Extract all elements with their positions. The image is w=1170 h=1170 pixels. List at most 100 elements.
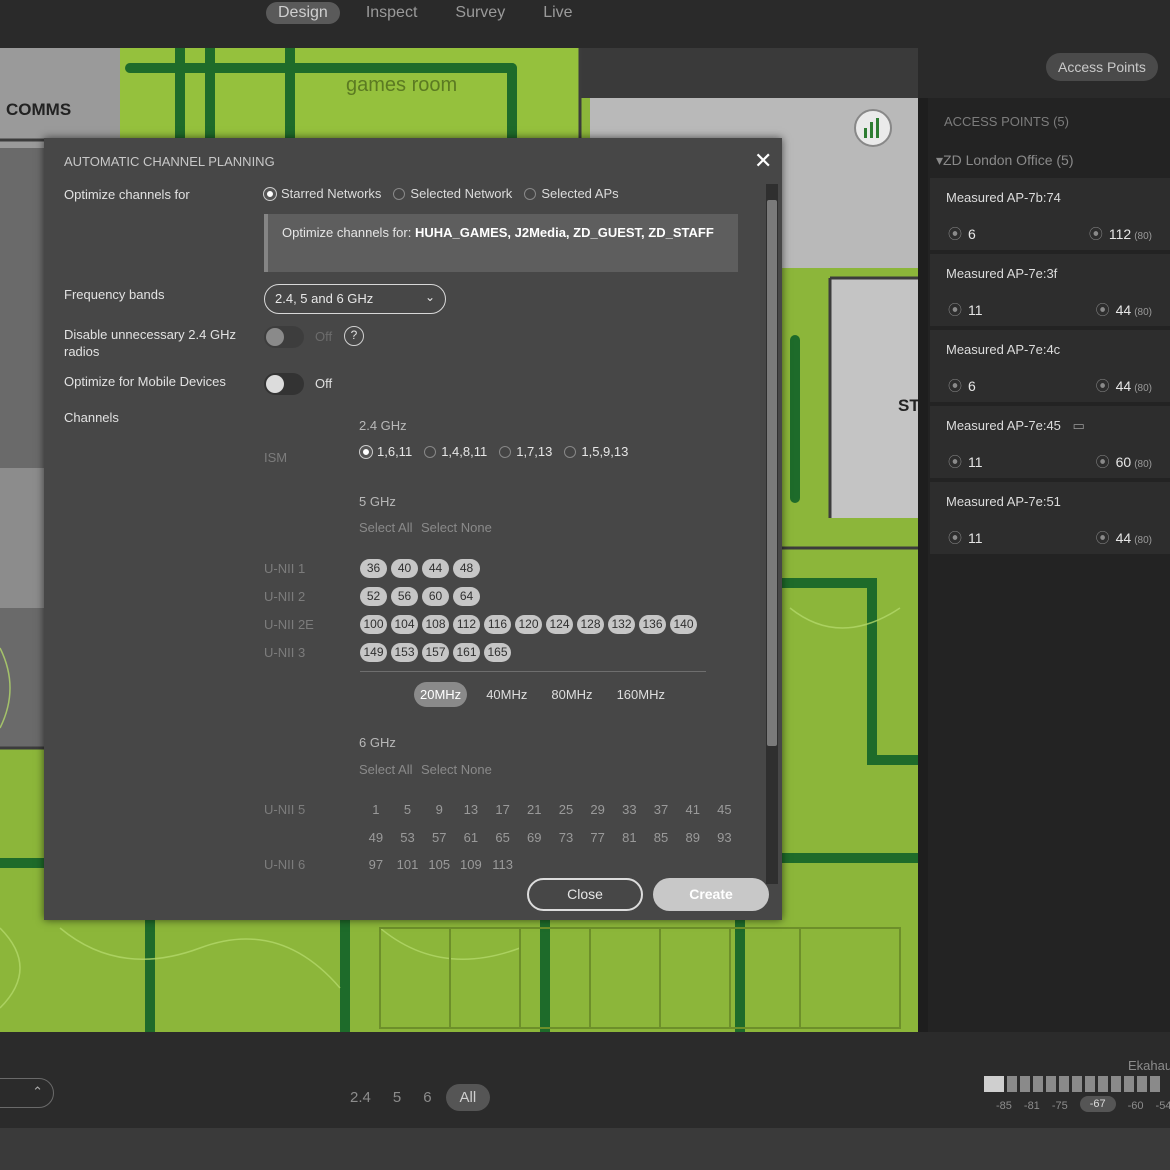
- channel-number[interactable]: 65: [487, 830, 519, 845]
- ap-card[interactable]: Measured AP-7e:45 ▭ ⦿ 11 ⦿ 60 (80): [930, 406, 1170, 478]
- create-button[interactable]: Create: [653, 878, 769, 911]
- select-none-5-link[interactable]: Select None: [421, 520, 492, 535]
- channel-number[interactable]: 41: [677, 802, 709, 817]
- channel-number[interactable]: 109: [455, 857, 487, 872]
- channel-number[interactable]: 13: [455, 802, 487, 817]
- channel-number[interactable]: 25: [550, 802, 582, 817]
- band-filter-6[interactable]: 6: [415, 1085, 439, 1110]
- channel-chip[interactable]: 149: [360, 643, 387, 662]
- width-40mhz[interactable]: 40MHz: [481, 683, 532, 706]
- scroll-thumb[interactable]: [767, 200, 777, 746]
- select-all-6-link[interactable]: Select All: [359, 762, 412, 777]
- mobile-devices-toggle[interactable]: [264, 373, 304, 395]
- channel-chip[interactable]: 64: [453, 587, 480, 606]
- channel-chip[interactable]: 100: [360, 615, 387, 634]
- channel-number[interactable]: 33: [614, 802, 646, 817]
- help-icon[interactable]: ?: [344, 326, 364, 346]
- channel-chip[interactable]: 132: [608, 615, 635, 634]
- ap-name: Measured AP-7e:51: [946, 494, 1061, 509]
- legend-swatch: [1059, 1076, 1069, 1092]
- width-80mhz[interactable]: 80MHz: [546, 683, 597, 706]
- band-filter-24[interactable]: 2.4: [342, 1085, 379, 1110]
- channel-chip[interactable]: 128: [577, 615, 604, 634]
- channel-number[interactable]: 5: [392, 802, 424, 817]
- channel-chip[interactable]: 120: [515, 615, 542, 634]
- channel-number[interactable]: 9: [423, 802, 455, 817]
- access-points-button[interactable]: Access Points: [1046, 53, 1158, 81]
- ism-option[interactable]: 1,6,11: [360, 444, 412, 459]
- mobile-devices-label: Optimize for Mobile Devices: [64, 374, 226, 389]
- radio-selected-aps[interactable]: Selected APs: [524, 186, 619, 201]
- ap-card[interactable]: Measured AP-7e:51 ⦿ 11 ⦿ 44 (80): [930, 482, 1170, 554]
- tab-design[interactable]: Design: [266, 2, 340, 24]
- band-24-heading: 2.4 GHz: [359, 418, 407, 433]
- legend-swatch: [1150, 1076, 1160, 1092]
- legend-tick-selected[interactable]: -67: [1079, 1096, 1116, 1112]
- channel-chip[interactable]: 48: [453, 559, 480, 578]
- tab-inspect[interactable]: Inspect: [354, 2, 430, 24]
- channel-chip[interactable]: 60: [422, 587, 449, 606]
- view-selector[interactable]: ⌃: [0, 1078, 54, 1108]
- channel-number[interactable]: 89: [677, 830, 709, 845]
- select-all-5-link[interactable]: Select All: [359, 520, 412, 535]
- tab-survey[interactable]: Survey: [443, 2, 517, 24]
- channel-chip[interactable]: 161: [453, 643, 480, 662]
- dialog-scrollbar[interactable]: [766, 184, 778, 884]
- channel-number[interactable]: 1: [360, 802, 392, 817]
- channel-number[interactable]: 93: [709, 830, 741, 845]
- frequency-bands-select[interactable]: 2.4, 5 and 6 GHz ⌄: [264, 284, 446, 314]
- width-160mhz[interactable]: 160MHz: [612, 683, 670, 706]
- channel-chip[interactable]: 104: [391, 615, 418, 634]
- close-icon[interactable]: ✕: [754, 148, 772, 174]
- channel-number[interactable]: 21: [518, 802, 550, 817]
- channel-chip[interactable]: 124: [546, 615, 573, 634]
- channel-number[interactable]: 37: [645, 802, 677, 817]
- channel-chip[interactable]: 56: [391, 587, 418, 606]
- channel-chip[interactable]: 112: [453, 615, 480, 634]
- channel-chip[interactable]: 165: [484, 643, 511, 662]
- channel-chip[interactable]: 116: [484, 615, 511, 634]
- channel-number[interactable]: 113: [487, 857, 519, 872]
- ism-option[interactable]: 1,7,13: [499, 444, 552, 459]
- ap-card[interactable]: Measured AP-7b:74 ⦿ 6 ⦿ 112 (80): [930, 178, 1170, 250]
- channel-chip[interactable]: 136: [639, 615, 666, 634]
- radio-starred-networks[interactable]: Starred Networks: [264, 186, 381, 201]
- ap-card[interactable]: Measured AP-7e:4c ⦿ 6 ⦿ 44 (80): [930, 330, 1170, 402]
- tab-live[interactable]: Live: [531, 2, 584, 24]
- channel-number[interactable]: 85: [645, 830, 677, 845]
- band-filter-all[interactable]: All: [445, 1084, 491, 1111]
- channel-chip[interactable]: 153: [391, 643, 418, 662]
- channel-chip[interactable]: 140: [670, 615, 697, 634]
- channel-number[interactable]: 77: [582, 830, 614, 845]
- select-none-6-link[interactable]: Select None: [421, 762, 492, 777]
- width-20mhz[interactable]: 20MHz: [414, 682, 468, 707]
- band-filter-5[interactable]: 5: [385, 1085, 409, 1110]
- signal-legend-bar[interactable]: [984, 1076, 1160, 1092]
- channel-chip[interactable]: 108: [422, 615, 449, 634]
- channel-number[interactable]: 17: [487, 802, 519, 817]
- channel-number[interactable]: 105: [423, 857, 455, 872]
- channel-chip[interactable]: 44: [422, 559, 449, 578]
- channel-chip[interactable]: 157: [422, 643, 449, 662]
- channel-number[interactable]: 73: [550, 830, 582, 845]
- channel-chip[interactable]: 52: [360, 587, 387, 606]
- channel-number[interactable]: 81: [614, 830, 646, 845]
- channel-number[interactable]: 101: [392, 857, 424, 872]
- close-button[interactable]: Close: [527, 878, 643, 911]
- channel-number[interactable]: 97: [360, 857, 392, 872]
- channel-number[interactable]: 49: [360, 830, 392, 845]
- channel-chip[interactable]: 40: [391, 559, 418, 578]
- channel-number[interactable]: 61: [455, 830, 487, 845]
- channel-number[interactable]: 57: [423, 830, 455, 845]
- channel-number[interactable]: 53: [392, 830, 424, 845]
- channel-number[interactable]: 69: [518, 830, 550, 845]
- channel-number[interactable]: 45: [709, 802, 741, 817]
- disable-24-toggle[interactable]: [264, 326, 304, 348]
- channel-chip[interactable]: 36: [360, 559, 387, 578]
- channel-number[interactable]: 29: [582, 802, 614, 817]
- ap-group-header[interactable]: ▾ZD London Office (5): [936, 152, 1074, 169]
- radio-selected-network[interactable]: Selected Network: [393, 186, 512, 201]
- ism-option[interactable]: 1,5,9,13: [564, 444, 628, 459]
- ap-card[interactable]: Measured AP-7e:3f ⦿ 11 ⦿ 44 (80): [930, 254, 1170, 326]
- ism-option[interactable]: 1,4,8,11: [424, 444, 487, 459]
